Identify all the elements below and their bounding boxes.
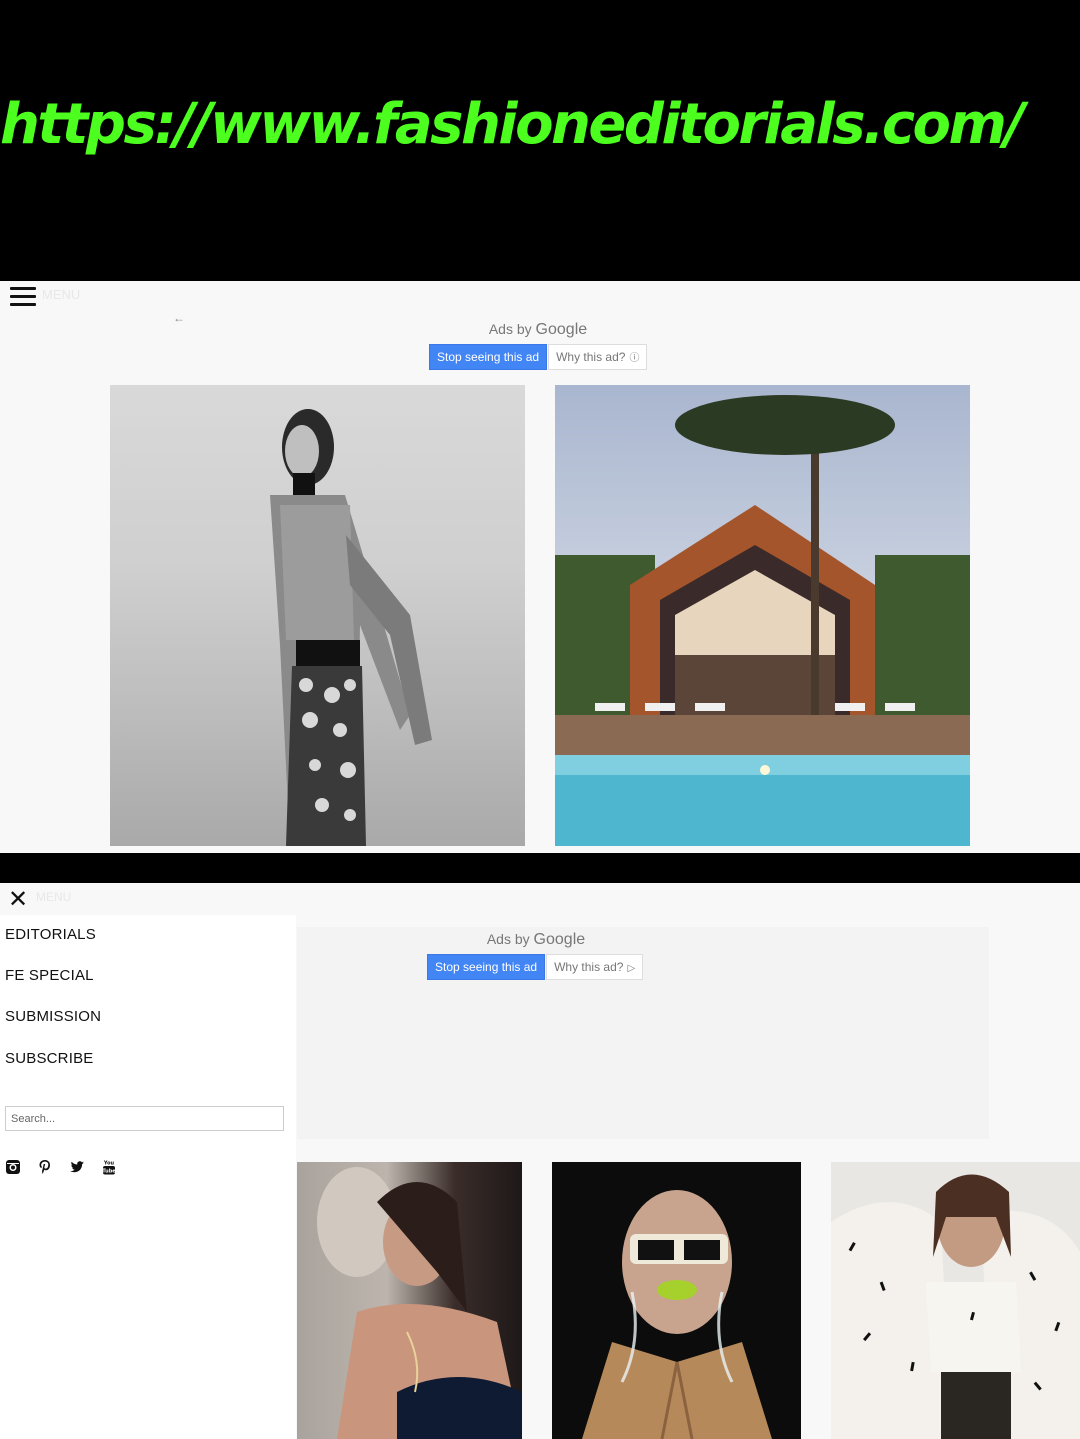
close-icon[interactable]: ✕ [8,887,28,911]
play-icon: ▷ [627,963,636,974]
nav-fe-special[interactable]: FE SPECIAL [5,967,94,984]
pinterest-icon[interactable] [37,1159,53,1175]
url-banner: https://www.fashioneditorials.com/ [0,0,1080,280]
info-icon: ⓘ [629,353,640,364]
ads-by-text: Ads by [488,321,532,337]
svg-text:You: You [103,1161,115,1167]
editorial-thumb-1[interactable] [297,1162,522,1439]
hamburger-menu-icon[interactable] [10,287,36,307]
ads-by-text: Ads by [486,931,530,947]
side-menu: EDITORIALS FE SPECIAL SUBMISSION SUBSCRI… [0,915,296,1439]
google-logo-text: Google [535,321,588,338]
back-arrow-icon[interactable]: ← [173,311,185,325]
ad-controls: Stop seeing this ad Why this ad? ▷ [427,954,644,980]
url-caption: https://www.fashioneditorials.com/ [0,92,1025,157]
ads-by-google: Ads by Google [480,321,596,339]
stop-seeing-ad-button[interactable]: Stop seeing this ad [429,344,548,370]
google-logo-text: Google [533,931,586,948]
ad-controls: Stop seeing this ad Why this ad? ⓘ [429,344,648,370]
nav-editorials[interactable]: EDITORIALS [5,926,96,943]
screen-menu-open: ✕ MENU Ads by Google Stop seeing this ad… [0,883,1080,1439]
editorial-photo-bw-model[interactable] [110,385,525,846]
why-this-ad-button[interactable]: Why this ad? ⓘ [548,344,648,370]
nav-subscribe[interactable]: SUBSCRIBE [5,1050,94,1067]
why-this-ad-button[interactable]: Why this ad? ▷ [546,954,644,980]
editorial-thumb-2[interactable] [552,1162,801,1439]
nav-submission[interactable]: SUBMISSION [5,1008,101,1025]
ad-photo-house-pool[interactable] [555,385,970,846]
svg-text:Tube: Tube [102,1169,116,1175]
menu-label[interactable]: MENU [36,890,71,904]
editorial-thumb-3[interactable] [831,1162,1080,1439]
search-input[interactable] [5,1106,284,1131]
stop-seeing-ad-button[interactable]: Stop seeing this ad [427,954,546,980]
youtube-icon[interactable]: You Tube [101,1159,117,1175]
menu-label[interactable]: MENU [42,287,80,302]
why-this-ad-label: Why this ad? [556,350,626,364]
why-this-ad-label: Why this ad? [554,960,624,974]
screen-menu-closed: MENU ← Ads by Google Stop seeing this ad… [0,281,1080,853]
twitter-icon[interactable] [69,1159,85,1175]
instagram-icon[interactable] [5,1159,21,1175]
ads-by-google: Ads by Google [478,931,594,949]
